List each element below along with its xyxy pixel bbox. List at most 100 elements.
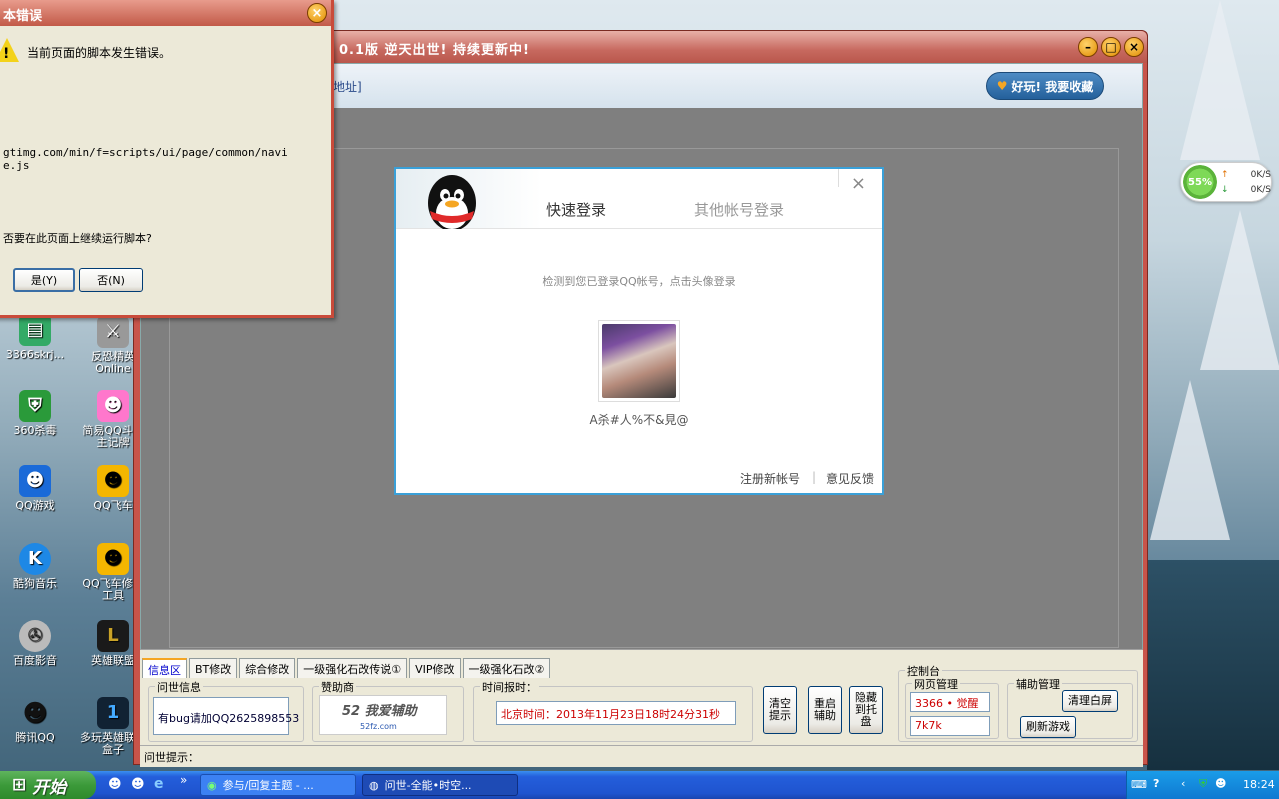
tray-collapse-icon[interactable]: ‹ (1181, 777, 1185, 790)
error-title-bar[interactable]: 本错误 × (0, 0, 331, 26)
clear-white-screen-button[interactable]: 清理白屏 (1062, 690, 1118, 712)
error-message: 当前页面的脚本发生错误。 (27, 46, 172, 60)
winrar-icon: ▤ (19, 314, 51, 346)
tab-quick-login[interactable]: 快速登录 (546, 199, 606, 220)
river-decoration (1147, 560, 1279, 770)
qq-penguin-logo-icon (428, 175, 476, 229)
refresh-game-button[interactable]: 刷新游戏 (1020, 716, 1076, 738)
system-tray: ⌨ ? ‹ ⛨ ☻ 18:24 (1126, 771, 1279, 799)
upload-row: ↑ 0K/S (1221, 170, 1271, 180)
qq-penguin-icon: ☻ (97, 390, 129, 422)
tab-other-account-login[interactable]: 其他帐号登录 (694, 199, 784, 220)
yes-button[interactable]: 是(Y) (13, 268, 75, 292)
tab-vip-modify[interactable]: VIP修改 (409, 658, 461, 678)
quicklaunch-penguin-icon[interactable]: ☻ (131, 777, 145, 792)
error-url-line1: gtimg.com/min/f=scripts/ui/page/common/n… (3, 146, 288, 159)
header-divider (838, 169, 839, 187)
desktop-icon-baidu-player[interactable]: ✇ 百度影音 (0, 620, 70, 667)
help-icon[interactable]: ? (1153, 777, 1159, 790)
restart-assist-button[interactable]: 重启辅助 (808, 686, 842, 734)
quicklaunch-qq-icon[interactable]: ☻ (108, 777, 122, 792)
tab-bt-modify[interactable]: BT修改 (189, 658, 238, 678)
web-item-7k7k[interactable]: 7k7k (910, 716, 990, 736)
tab-stone-2[interactable]: 一级强化石改② (462, 658, 551, 678)
task-item-forum[interactable]: ◉ 参与/回复主题 - ... (200, 774, 356, 796)
info-group: 问世信息 有bug请加QQ2625898553 (148, 679, 304, 742)
info-group-label: 问世信息 (155, 679, 203, 695)
maximize-button[interactable]: □ (1101, 37, 1121, 57)
web-item-3366[interactable]: 3366 • 觉醒 (910, 692, 990, 712)
tab-general-modify[interactable]: 综合修改 (239, 658, 296, 678)
time-label: 时间报时： (480, 679, 539, 695)
shield-icon: ⛨ (19, 390, 51, 422)
desktop-icon-tencent-qq[interactable]: ☻ 腾讯QQ (0, 697, 70, 744)
control-panel: 信息区 BT修改 综合修改 一级强化石改传说① VIP修改 一级强化石改② 问世… (140, 649, 1143, 767)
sponsor-group: 赞助商 52 我爱辅助 52fz.com (312, 679, 464, 742)
register-link[interactable]: 注册新帐号 (740, 470, 800, 487)
tab-info[interactable]: 信息区 (142, 658, 187, 678)
sponsor-banner-text: 52 我爱辅助 (342, 704, 417, 719)
warning-icon-mark: ! (3, 46, 10, 62)
arrow-up-icon: ↑ (1221, 170, 1229, 180)
link-separator: | (812, 470, 817, 484)
console-group: 控制台 网页管理 3366 • 觉醒 7k7k 辅助管理 清理白屏 刷新游戏 (898, 663, 1138, 742)
desktop-icon-3366skrj[interactable]: ▤ 3366skrj... (0, 314, 70, 361)
desktop-icon-360-antivirus[interactable]: ⛨ 360杀毒 (0, 390, 70, 437)
desktop-icon-kugou-music[interactable]: K 酷狗音乐 (0, 543, 70, 590)
lol-box-icon: 1 (97, 697, 129, 729)
cs-online-icon: ⚔ (97, 316, 129, 348)
task-item-wenshi[interactable]: ◍ 问世-全能•时空... (362, 774, 518, 796)
sponsor-label: 赞助商 (319, 679, 356, 695)
qq-speed-icon: ☻ (97, 465, 129, 497)
snow-tree-decoration (1180, 0, 1260, 160)
feedback-link[interactable]: 意见反馈 (826, 470, 874, 487)
clock[interactable]: 18:24 (1243, 778, 1275, 791)
status-text: 问世提示： (144, 751, 199, 764)
hide-to-tray-button[interactable]: 隐藏到托盘 (849, 686, 883, 734)
favorite-button[interactable]: ♥ 好玩! 我要收藏 (986, 72, 1104, 100)
quicklaunch-ie-icon[interactable]: e (154, 776, 164, 792)
close-icon[interactable]: × (851, 173, 866, 194)
browser-icon: ◉ (207, 778, 217, 792)
time-group: 时间报时： 北京时间：2013年11月23日18时24分31秒 (473, 679, 753, 742)
tab-stone-legend-1[interactable]: 一级强化石改传说① (297, 658, 408, 678)
keyboard-icon[interactable]: ⌨ (1131, 778, 1147, 791)
close-button[interactable]: × (1124, 37, 1144, 57)
qq-penguin-icon: ☻ (22, 699, 48, 727)
film-reel-icon: ✇ (19, 620, 51, 652)
app-icon: ◍ (369, 778, 379, 792)
minimize-button[interactable]: – (1078, 37, 1098, 57)
snow-tree-decoration (1150, 380, 1230, 540)
user-avatar[interactable] (598, 320, 680, 402)
error-url-line2: e.js (3, 159, 30, 172)
qq-speed-repair-icon: ☻ (97, 543, 129, 575)
network-speed-widget[interactable]: 55% ↑ 0K/S ↓ 0K/S (1180, 162, 1272, 202)
start-button[interactable]: ⊞ 开始 (0, 771, 96, 799)
qq-login-dialog: 快速登录 其他帐号登录 × 检测到您已登录QQ帐号，点击头像登录 A杀#人%不&… (394, 167, 884, 495)
status-bar: 问世提示： (140, 745, 1143, 765)
username-label[interactable]: A杀#人%不&見@ (396, 411, 882, 428)
security-shield-icon[interactable]: ⛨ (1199, 777, 1207, 791)
sponsor-banner-sub: 52fz.com (360, 722, 397, 731)
web-manage-group: 网页管理 3366 • 觉醒 7k7k (905, 676, 999, 739)
tab-bar: 信息区 BT修改 综合修改 一级强化石改传说① VIP修改 一级强化石改② (142, 658, 552, 678)
login-detect-text: 检测到您已登录QQ帐号，点击头像登录 (542, 275, 736, 288)
desktop-icon-qq-game[interactable]: ☻ QQ游戏 (0, 465, 70, 512)
heart-icon: ♥ (996, 79, 1008, 93)
download-speed: 0K/S (1250, 185, 1271, 195)
error-title: 本错误 (3, 9, 43, 24)
time-display: 北京时间：2013年11月23日18时24分31秒 (496, 701, 736, 725)
web-manage-label: 网页管理 (912, 676, 960, 692)
qq-game-icon: ☻ (19, 465, 51, 497)
info-text: 有bug请加QQ2625898553 (153, 697, 299, 735)
no-button[interactable]: 否(N) (79, 268, 143, 292)
lol-icon: L (97, 620, 129, 652)
sponsor-banner[interactable]: 52 我爱辅助 52fz.com (319, 695, 447, 735)
clear-tips-button[interactable]: 清空提示 (763, 686, 797, 734)
windows-logo-icon: ⊞ (12, 775, 27, 795)
quicklaunch-more-icon[interactable]: » (180, 773, 187, 787)
qq-tray-icon[interactable]: ☻ (1215, 777, 1226, 790)
snow-tree-decoration (1200, 210, 1279, 370)
script-error-dialog: 本错误 × ! 当前页面的脚本发生错误。 gtimg.com/min/f=scr… (0, 0, 334, 318)
close-icon[interactable]: × (307, 3, 327, 23)
